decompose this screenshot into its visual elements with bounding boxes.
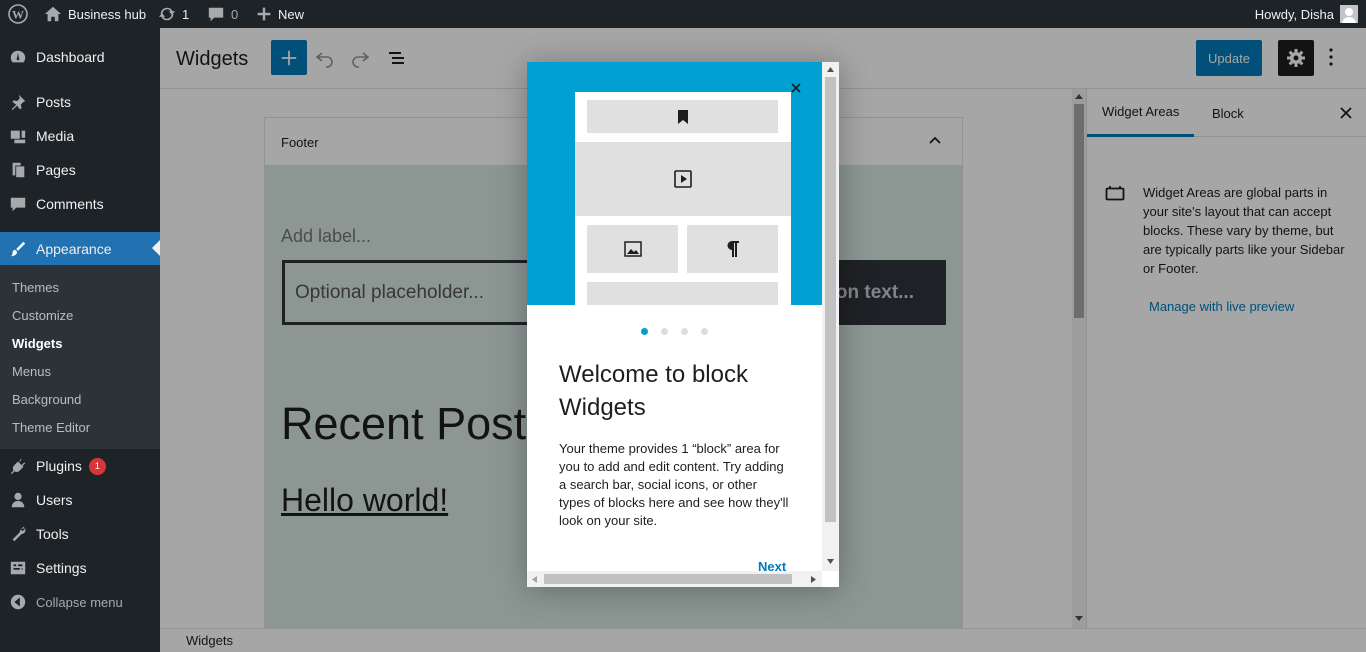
scroll-left-arrow-icon[interactable] [532,576,537,583]
greeting: Howdy, Disha [1254,6,1334,22]
scroll-up-arrow-icon[interactable] [827,67,834,72]
menu-users[interactable]: Users [0,483,160,517]
menu-pages[interactable]: Pages [0,153,160,187]
scrollbar-thumb[interactable] [544,574,792,584]
illustration-frame [575,92,791,305]
submenu-background[interactable]: Background [12,392,81,407]
comment-icon [208,7,224,22]
submenu-themes[interactable]: Themes [12,280,59,295]
plugins-update-badge: 1 [88,457,106,475]
illustration-row [575,142,791,216]
menu-media[interactable]: Media [0,119,160,153]
plug-icon [0,457,36,475]
paragraph-icon [727,241,739,257]
admin-bar: W Business hub 1 0 New Howdy, Disha [0,0,1366,28]
my-account-link[interactable]: Howdy, Disha [1255,0,1358,28]
menu-dashboard[interactable]: Dashboard [0,40,160,74]
illustration-row [587,282,778,305]
page-indicator-dot[interactable] [701,328,708,335]
brush-icon [0,240,36,258]
submenu-menus[interactable]: Menus [12,364,51,379]
illustration-cell [587,225,678,273]
menu-label: Comments [36,196,104,212]
guide-body: Your theme provides 1 “block” area for y… [559,441,789,528]
menu-posts[interactable]: Posts [0,85,160,119]
updates-link[interactable]: 1 [158,0,189,28]
modal-vertical-scrollbar[interactable] [822,62,839,571]
menu-label: Settings [36,560,87,576]
menu-collapse[interactable]: Collapse menu [0,585,160,619]
bookmark-icon [677,109,688,124]
comments-count: 0 [231,6,239,22]
avatar [1340,5,1358,23]
site-name: Business hub [68,6,147,22]
menu-tools[interactable]: Tools [0,517,160,551]
dashboard-icon [0,48,36,66]
pin-icon [0,93,36,111]
admin-sidebar: Dashboard Posts Media Pages Comments App… [0,28,160,652]
new-content-link[interactable]: New [256,0,304,28]
updates-count: 1 [182,6,190,22]
comments-link[interactable]: 0 [207,0,238,28]
plus-icon [257,7,271,21]
welcome-guide-modal: Welcome to block Widgets Your theme prov… [527,62,839,587]
site-name-link[interactable]: Business hub [44,0,146,28]
page-indicator-dot[interactable] [661,328,668,335]
scrollbar-thumb[interactable] [825,77,836,522]
wordpress-logo-icon[interactable]: W [8,0,28,28]
illustration-row [587,100,778,133]
menu-label: Appearance [36,241,112,257]
appearance-submenu: Themes Customize Widgets Menus Backgroun… [0,265,160,449]
menu-comments[interactable]: Comments [0,187,160,221]
menu-label: Media [36,128,75,144]
illustration-cell [687,225,778,273]
menu-label: Collapse menu [36,594,123,610]
menu-settings[interactable]: Settings [0,551,160,585]
updates-icon [158,7,176,21]
menu-label: Dashboard [36,49,105,65]
menu-label: Tools [36,526,69,542]
home-icon [44,6,62,22]
guide-title: Welcome to block Widgets [559,361,748,421]
wrench-icon [0,525,36,543]
guide-hero-image [527,62,822,305]
user-icon [0,491,36,509]
menu-appearance[interactable]: Appearance [0,232,160,266]
scroll-right-arrow-icon[interactable] [811,576,816,583]
modal-horizontal-scrollbar[interactable] [527,571,822,587]
media-icon [0,127,36,145]
comment-icon [0,195,36,213]
menu-label: Plugins [36,458,82,474]
page-indicator-dot[interactable] [681,328,688,335]
settings-icon [0,559,36,577]
svg-text:W: W [12,8,24,22]
page-indicator-dot-current[interactable] [641,328,648,335]
video-icon [674,170,692,188]
submenu-widgets[interactable]: Widgets [12,336,62,351]
menu-label: Users [36,492,73,508]
submenu-customize[interactable]: Customize [12,308,73,323]
new-label: New [278,6,305,22]
submenu-theme-editor[interactable]: Theme Editor [12,420,90,435]
image-icon [623,241,642,257]
scroll-down-arrow-icon[interactable] [827,559,834,564]
menu-plugins[interactable]: Plugins 1 [0,449,160,483]
menu-label: Pages [36,162,76,178]
pages-icon [0,161,36,179]
menu-label: Posts [36,94,72,110]
collapse-icon [0,593,36,611]
close-icon[interactable] [791,83,801,93]
